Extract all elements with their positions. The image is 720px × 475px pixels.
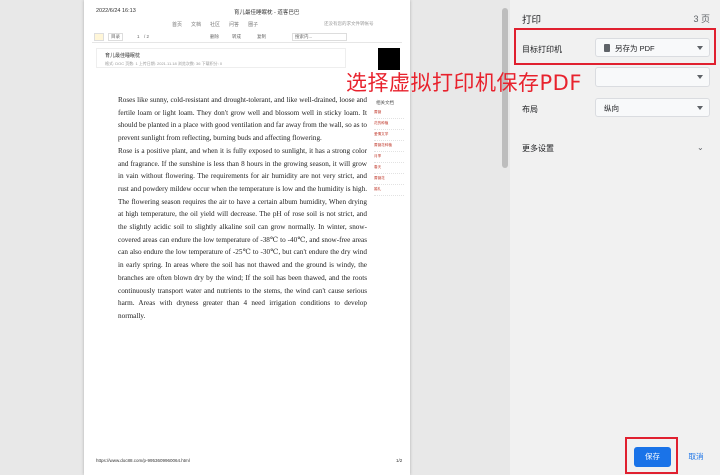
preview-info-meta: 格式: DOC 页数: 1 上传日期: 2021.11.18 浏览次数: 36 … <box>105 61 223 66</box>
preview-toc: 目录 <box>108 33 123 41</box>
preview-related-label: 相关文档 <box>376 100 394 105</box>
save-button[interactable]: 保存 <box>634 447 671 467</box>
preview-nav: 首页 文档 社区 问答 圈子 <box>172 21 258 28</box>
preview-url: https://www.doc88.com/p-9953609960064.ht… <box>96 458 190 463</box>
preview-body-text: Roses like sunny, cold-resistant and dro… <box>118 94 367 323</box>
list-item: 蔷薇花 <box>374 174 404 185</box>
preview-nav-item: 社区 <box>210 22 221 28</box>
preview-page-total: / 2 <box>144 34 150 39</box>
cancel-button[interactable]: 取消 <box>679 447 713 467</box>
list-item: 爱情文学 <box>374 130 404 141</box>
preview-doc-info: 育儿最佳睡眠枕 格式: DOC 页数: 1 上传日期: 2021.11.18 浏… <box>96 48 346 68</box>
paragraph: Rose is a positive plant, and when it is… <box>118 146 367 320</box>
preview-tool-3: 复制 <box>257 34 266 39</box>
preview-nav-item: 问答 <box>229 22 240 28</box>
panel-title: 打印 <box>522 15 542 26</box>
preview-nav-right: 还没有您的求文件转帐号 <box>324 21 374 26</box>
preview-nav-item: 首页 <box>172 22 183 28</box>
preview-page-indicator: 1/2 <box>396 458 403 463</box>
more-settings[interactable]: 更多设置 <box>522 143 554 154</box>
preview-tool-1: 删除 <box>210 34 219 39</box>
preview-nav-item: 文档 <box>191 22 202 28</box>
list-item: 蔷薇 <box>374 108 404 119</box>
layout-select[interactable]: 纵向 <box>595 98 710 117</box>
page-count: 3 页 <box>693 14 710 24</box>
list-item: 婚礼 <box>374 185 404 196</box>
chevron-down-icon <box>697 75 703 79</box>
preview-date: 2022/6/24 16:13 <box>96 8 136 14</box>
pages-select[interactable] <box>595 67 710 87</box>
annotation-text: 选择虚拟打印机保存PDF <box>346 71 582 95</box>
preview-nav-item: 圈子 <box>248 22 259 28</box>
preview-doc-title: 育儿最佳睡眠枕 - 道客巴巴 <box>234 10 300 16</box>
preview-toolbar: 目录 1 / 2 删除 转成 复制 搜索内... <box>92 32 402 43</box>
list-item: 花的种植 <box>374 119 404 130</box>
chevron-down-icon[interactable]: ⌄ <box>697 143 704 152</box>
preview-flag-icon <box>94 33 104 41</box>
layout-value: 纵向 <box>604 104 619 113</box>
preview-info-name: 育儿最佳睡眠枕 <box>105 53 141 59</box>
chevron-down-icon <box>697 106 703 110</box>
paragraph: Roses like sunny, cold-resistant and dro… <box>118 96 367 143</box>
preview-page-number: 1 <box>137 34 140 39</box>
preview-tool-2: 转成 <box>232 34 241 39</box>
layout-label: 布局 <box>522 105 538 114</box>
list-item: 春天 <box>374 163 404 174</box>
preview-related-list: 蔷薇 花的种植 爱情文学 蔷薇花种植 月季 春天 蔷薇花 婚礼 <box>374 108 404 196</box>
highlight-box-destination <box>514 28 716 65</box>
preview-search-box: 搜索内... <box>292 33 347 41</box>
list-item: 月季 <box>374 152 404 163</box>
list-item: 蔷薇花种植 <box>374 141 404 152</box>
